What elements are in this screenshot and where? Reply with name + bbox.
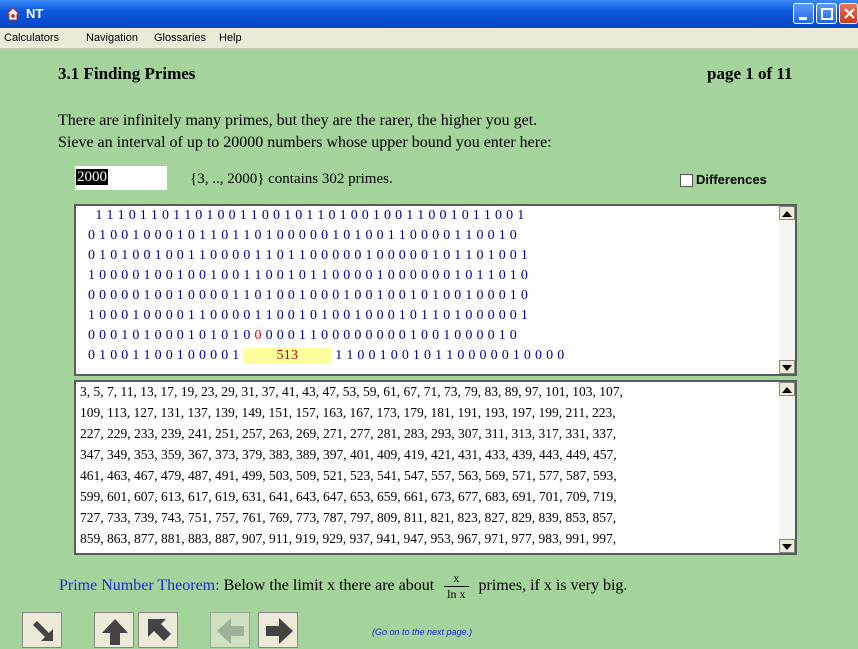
bit-row-start: 0 0 0 1 0 1 0 0 0 1 0 1 0 1 0: [88, 328, 255, 343]
differences-checkbox[interactable]: [680, 174, 693, 187]
nav-home-button[interactable]: [22, 612, 62, 648]
primes-line: 109, 113, 127, 131, 137, 139, 149, 151, …: [80, 405, 616, 420]
menu-help[interactable]: Help: [219, 32, 242, 44]
theorem-glossary-link[interactable]: Prime Number Theorem:: [59, 577, 220, 594]
hover-number-tooltip: 513: [243, 348, 332, 364]
menu-calculators[interactable]: Calculators: [4, 32, 59, 44]
sieve-bit-panel[interactable]: 1 1 1 0 1 1 0 1 1 0 1 0 0 1 1 0 0 1 0 1 …: [74, 204, 797, 376]
primes-line: 461, 463, 467, 479, 487, 491, 499, 503, …: [80, 468, 617, 483]
differences-label[interactable]: Differences: [696, 172, 767, 187]
close-icon: [844, 8, 855, 19]
arrow-up-left-corner-icon: [33, 621, 53, 641]
theorem-text: Below the limit x there are about: [223, 577, 435, 595]
bit-row: 0 1 0 0 1 1 0 0 1 0 0 0 0 1 513 1 1 0 0 …: [88, 348, 565, 364]
bit-panel-scrollbar[interactable]: [779, 206, 795, 374]
menu-glossaries[interactable]: Glossaries: [154, 32, 206, 44]
arrow-up-left-icon: [148, 619, 171, 641]
bit-row-tail: 0 0 0 1 1 0 0 0 0 0 0 0 0 1 0 0 1 0 0 0 …: [261, 328, 518, 343]
prime-number-theorem: Prime Number Theorem: Below the limit x …: [59, 571, 627, 602]
bit-row-tail: 1 1 0 0 1 0 0 1 0 1 1 0 0 0 0 0 1 0 0 0 …: [335, 348, 565, 363]
menu-navigation[interactable]: Navigation: [86, 32, 138, 44]
section-title: 3.1 Finding Primes: [58, 64, 196, 83]
minimize-icon: [799, 17, 807, 20]
scroll-down-icon: [782, 365, 792, 371]
scroll-up-button[interactable]: [779, 206, 795, 220]
bit-highlight-zero: 0: [254, 328, 262, 343]
next-page-hint: (Go on to the next page.): [372, 627, 473, 637]
nav-previous-button[interactable]: [210, 612, 250, 648]
minimize-button[interactable]: [793, 3, 814, 24]
arrow-up-icon: [102, 619, 128, 645]
primes-line: 3, 5, 7, 11, 13, 17, 19, 23, 29, 31, 37,…: [80, 384, 623, 399]
arrow-left-icon: [217, 618, 244, 644]
bit-row-start: 0 1 0 0 1 1 0 0 1 0 0 0 0 1: [88, 348, 244, 363]
primes-line: 859, 863, 877, 881, 883, 887, 907, 911, …: [80, 531, 617, 546]
x-over-ln-x-fraction: x ln x: [444, 571, 469, 602]
bit-row: 1 1 1 0 1 1 0 1 1 0 1 0 0 1 1 0 0 1 0 1 …: [84, 208, 525, 223]
close-button[interactable]: [839, 3, 858, 24]
primes-scrollbar[interactable]: [779, 382, 795, 553]
maximize-icon: [821, 8, 833, 20]
title-bar: NT: [0, 0, 858, 28]
scroll-up-icon: [782, 387, 792, 393]
theorem-text-end: primes, if x is very big.: [478, 577, 628, 595]
intro-line-2: Sieve an interval of up to 20000 numbers…: [58, 134, 552, 151]
bit-row: 0 0 0 1 0 1 0 0 0 1 0 1 0 1 0 0 0 0 0 1 …: [88, 328, 517, 344]
bit-row: 0 1 0 0 1 0 0 0 1 0 1 1 0 1 1 0 1 0 0 0 …: [88, 228, 518, 243]
bit-row: 0 0 0 0 0 1 0 0 1 0 0 0 0 1 1 0 1 0 0 1 …: [88, 288, 529, 303]
primes-line: 347, 349, 353, 359, 367, 373, 379, 383, …: [80, 447, 617, 462]
primes-line: 599, 601, 607, 613, 617, 619, 631, 641, …: [80, 489, 617, 504]
primes-line: 227, 229, 233, 239, 241, 251, 257, 263, …: [80, 426, 617, 441]
scroll-down-button[interactable]: [779, 539, 795, 553]
nav-next-button[interactable]: [258, 612, 298, 648]
fraction-denominator: ln x: [447, 587, 466, 601]
primes-line: 727, 733, 739, 743, 751, 757, 761, 769, …: [80, 510, 617, 525]
maximize-button[interactable]: [816, 3, 837, 24]
fraction-numerator: x: [444, 571, 469, 587]
nav-up-button[interactable]: [94, 612, 134, 648]
scroll-down-button[interactable]: [779, 360, 795, 374]
app-icon: [6, 7, 20, 21]
upper-bound-value: 2000: [76, 169, 108, 185]
scroll-up-icon: [782, 211, 792, 217]
scroll-down-icon: [782, 544, 792, 550]
bit-row: 0 1 0 1 0 0 1 0 0 1 1 0 0 0 0 1 1 0 1 1 …: [88, 248, 529, 263]
primes-list-panel[interactable]: 3, 5, 7, 11, 13, 17, 19, 23, 29, 31, 37,…: [74, 380, 797, 555]
nav-first-button[interactable]: [138, 612, 178, 648]
bit-row: 1 0 0 0 1 0 0 0 0 1 1 0 0 0 0 1 1 0 0 1 …: [88, 308, 529, 323]
intro-line-1: There are infinitely many primes, but th…: [58, 112, 538, 129]
prime-count-result: {3, .., 2000} contains 302 primes.: [190, 171, 393, 187]
upper-bound-input[interactable]: 2000: [75, 166, 167, 190]
page-indicator: page 1 of 11: [707, 64, 793, 83]
menu-bar: Calculators Navigation Glossaries Help: [0, 28, 858, 49]
window-title: NT: [26, 6, 44, 21]
arrow-right-icon: [266, 618, 293, 644]
scroll-up-button[interactable]: [779, 382, 795, 396]
bit-row: 1 0 0 0 0 1 0 0 1 0 0 1 0 0 1 1 0 0 1 0 …: [88, 268, 529, 283]
